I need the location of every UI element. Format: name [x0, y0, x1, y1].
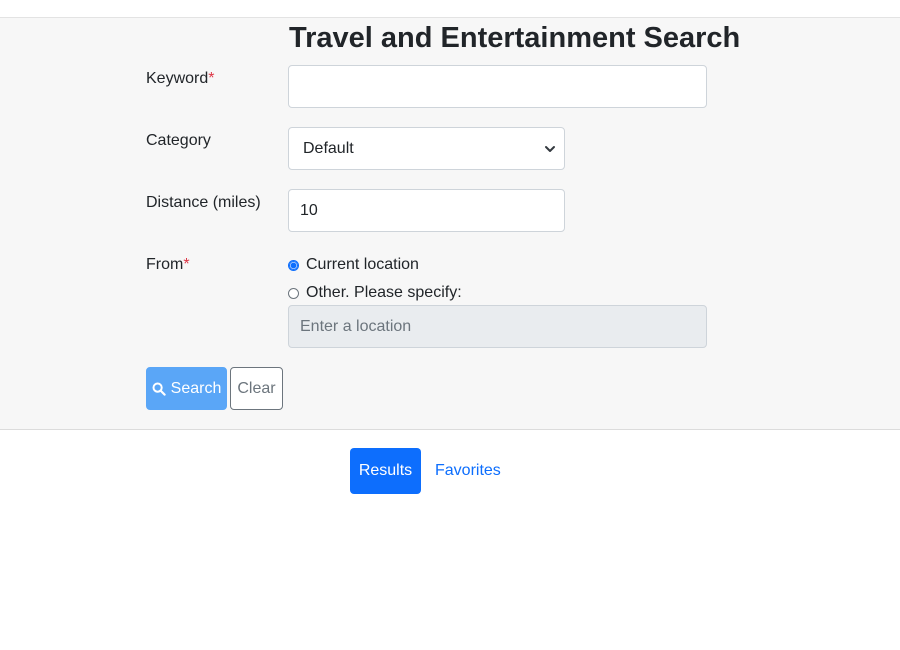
- search-button[interactable]: Search: [146, 367, 227, 410]
- tab-results[interactable]: Results: [350, 448, 421, 494]
- chevron-down-icon: [545, 145, 555, 152]
- required-marker: *: [208, 70, 215, 87]
- keyword-label: Keyword*: [146, 70, 214, 88]
- category-label: Category: [146, 132, 211, 149]
- radio-current-location-label[interactable]: Current location: [306, 256, 419, 274]
- top-spacer: [0, 0, 900, 17]
- distance-label: Distance (miles): [146, 194, 261, 211]
- search-form-panel: Travel and Entertainment Search Keyword*…: [0, 17, 900, 430]
- radio-current-location-button[interactable]: [288, 259, 299, 271]
- radio-other-location-label[interactable]: Other. Please specify:: [306, 284, 462, 302]
- page-title: Travel and Entertainment Search: [289, 22, 741, 54]
- search-button-label: Search: [170, 379, 222, 397]
- keyword-input[interactable]: [289, 66, 706, 107]
- from-label: From*: [146, 256, 190, 274]
- keyword-field[interactable]: [288, 65, 707, 108]
- keyword-label-text: Keyword: [146, 70, 209, 87]
- location-input: [289, 306, 706, 347]
- distance-input[interactable]: [289, 190, 564, 231]
- radio-other-location-button[interactable]: [288, 287, 299, 299]
- radio-other-location[interactable]: Other. Please specify:: [288, 284, 462, 302]
- tab-favorites[interactable]: Favorites: [435, 462, 501, 480]
- category-selected-value: Default: [303, 139, 354, 157]
- distance-field[interactable]: [288, 189, 565, 232]
- radio-current-location[interactable]: Current location: [288, 256, 419, 274]
- required-marker: *: [183, 256, 190, 273]
- category-select[interactable]: Default: [288, 127, 565, 170]
- clear-button-label: Clear: [237, 379, 276, 397]
- result-tabs: Results Favorites: [350, 448, 501, 494]
- location-field: [288, 305, 707, 348]
- search-icon: [152, 382, 166, 396]
- from-label-text: From: [146, 256, 184, 273]
- clear-button[interactable]: Clear: [230, 367, 283, 410]
